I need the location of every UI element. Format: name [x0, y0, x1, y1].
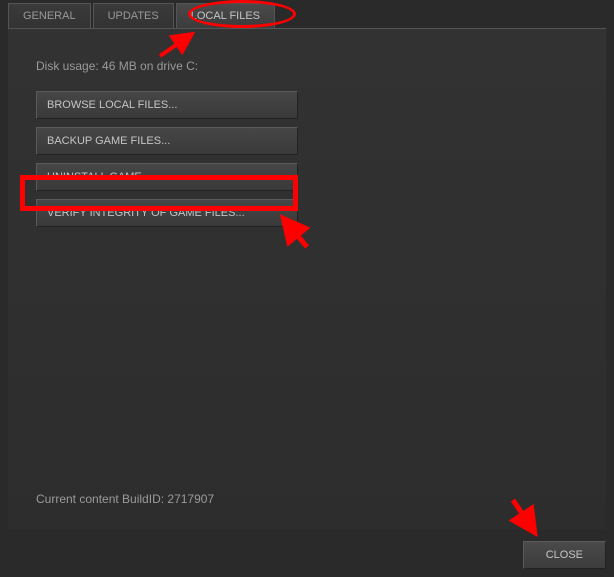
- disk-usage-label: Disk usage: 46 MB on drive C:: [36, 59, 578, 73]
- close-button[interactable]: CLOSE: [523, 541, 606, 569]
- build-id-label: Current content BuildID: 2717907: [36, 492, 578, 514]
- tab-local-files[interactable]: LOCAL FILES: [176, 3, 275, 28]
- backup-game-files-button[interactable]: BACKUP GAME FILES...: [36, 127, 298, 155]
- browse-local-files-button[interactable]: BROWSE LOCAL FILES...: [36, 91, 298, 119]
- content-panel: Disk usage: 46 MB on drive C: BROWSE LOC…: [8, 29, 606, 529]
- tab-bar: GENERAL UPDATES LOCAL FILES: [0, 0, 614, 28]
- uninstall-game-button[interactable]: UNINSTALL GAME...: [36, 163, 298, 191]
- tab-updates[interactable]: UPDATES: [93, 3, 174, 28]
- button-stack: BROWSE LOCAL FILES... BACKUP GAME FILES.…: [36, 91, 298, 227]
- footer: CLOSE: [0, 529, 614, 577]
- tab-general[interactable]: GENERAL: [8, 3, 91, 28]
- verify-integrity-button[interactable]: VERIFY INTEGRITY OF GAME FILES...: [36, 199, 298, 227]
